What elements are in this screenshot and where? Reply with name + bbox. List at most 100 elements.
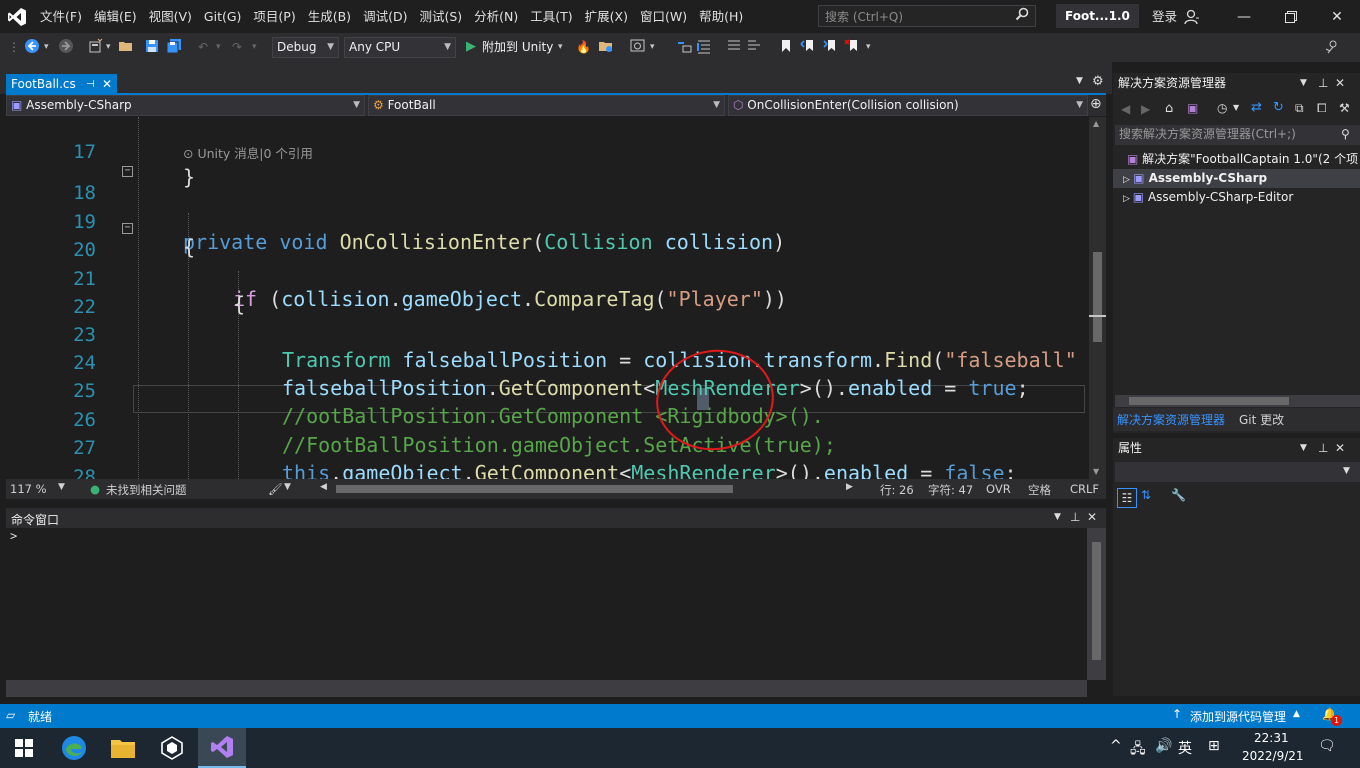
ime-mode-icon[interactable]: ⊞ bbox=[1208, 738, 1220, 754]
previous-bookmark-icon[interactable] bbox=[800, 38, 816, 56]
menu-edit[interactable]: 编辑(E) bbox=[88, 0, 143, 33]
tab-solution-explorer[interactable]: 解决方案资源管理器 bbox=[1117, 411, 1225, 428]
show-all-files-icon[interactable]: ⧠ bbox=[1317, 101, 1327, 116]
menu-build[interactable]: 生成(B) bbox=[302, 0, 357, 33]
collapse-all-icon[interactable]: ⧉ bbox=[1295, 101, 1304, 116]
line-indicator[interactable]: 行: 26 bbox=[880, 482, 914, 498]
close-tab-icon[interactable]: ✕ bbox=[102, 74, 112, 95]
new-dropdown-icon[interactable]: ▾ bbox=[106, 38, 111, 56]
refresh-icon[interactable]: ↻ bbox=[1273, 100, 1284, 115]
project-node-assembly-csharp[interactable]: ▷ ▣ Assembly-CSharp bbox=[1113, 169, 1360, 188]
menu-view[interactable]: 视图(V) bbox=[143, 0, 198, 33]
clock-date[interactable]: 2022/9/21 bbox=[1242, 749, 1304, 763]
expand-arrow-icon[interactable]: ▷ bbox=[1123, 175, 1133, 185]
scrollbar-thumb[interactable] bbox=[1129, 397, 1289, 405]
menu-analyze[interactable]: 分析(N) bbox=[468, 0, 524, 33]
open-folder-icon[interactable] bbox=[118, 38, 134, 56]
forward-icon[interactable]: ▶ bbox=[1141, 102, 1150, 116]
start-button[interactable] bbox=[0, 728, 48, 768]
menu-test[interactable]: 测试(S) bbox=[413, 0, 468, 33]
window-position-dropdown-icon[interactable]: ▼ bbox=[1300, 438, 1307, 459]
save-icon[interactable] bbox=[144, 38, 160, 56]
browser-dropdown-icon[interactable]: ▾ bbox=[650, 38, 655, 56]
command-window-vertical-scrollbar[interactable] bbox=[1087, 528, 1106, 680]
scrollbar-thumb[interactable] bbox=[1093, 252, 1102, 342]
back-icon[interactable]: ◀ bbox=[1121, 102, 1130, 116]
code-cleanup-icon[interactable]: 🖌 bbox=[268, 482, 283, 496]
menu-extensions[interactable]: 扩展(X) bbox=[579, 0, 634, 33]
add-to-source-control-button[interactable]: 添加到源代码管理 bbox=[1190, 708, 1286, 725]
next-bookmark-icon[interactable] bbox=[822, 38, 838, 56]
horizontal-scrollbar-thumb[interactable] bbox=[336, 485, 733, 493]
menu-window[interactable]: 窗口(W) bbox=[634, 0, 693, 33]
platform-select[interactable]: Any CPU ▼ bbox=[344, 37, 456, 58]
format-document-icon[interactable] bbox=[696, 38, 712, 56]
uncomment-lines-icon[interactable] bbox=[746, 38, 762, 56]
class-nav-select[interactable]: ⚙ FootBall ▼ bbox=[368, 95, 725, 116]
project-nav-select[interactable]: ▣ Assembly-CSharp ▼ bbox=[6, 95, 365, 116]
open-file-folder-icon[interactable] bbox=[598, 38, 614, 56]
tab-git-changes[interactable]: Git 更改 bbox=[1239, 411, 1284, 428]
ime-language-indicator[interactable]: 英 bbox=[1178, 738, 1192, 758]
sync-icon[interactable]: ⇄ bbox=[1251, 100, 1262, 115]
code-editor[interactable]: 17 } ⊙ Unity 消息|0 个引用 18 − private void … bbox=[6, 117, 1089, 479]
scroll-left-icon[interactable]: ◀ bbox=[320, 482, 327, 492]
pin-icon[interactable]: ⊥ bbox=[1070, 510, 1080, 524]
configuration-select[interactable]: Debug ▼ bbox=[272, 37, 339, 58]
scrollbar-thumb[interactable] bbox=[1092, 542, 1101, 660]
close-panel-icon[interactable]: ✕ bbox=[1335, 73, 1345, 94]
back-icon[interactable] bbox=[24, 38, 40, 56]
overwrite-mode-indicator[interactable]: OVR bbox=[986, 482, 1011, 496]
project-node-assembly-csharp-editor[interactable]: ▷ ▣ Assembly-CSharp-Editor bbox=[1113, 188, 1360, 207]
visual-studio-taskbar-icon[interactable] bbox=[198, 728, 246, 768]
zoom-level-select[interactable]: 117 % bbox=[10, 482, 47, 496]
cleanup-dropdown-icon[interactable]: ▼ bbox=[284, 482, 291, 492]
solution-node[interactable]: ▣ 解决方案"FootballCaptain 1.0"(2 个项目 bbox=[1113, 150, 1360, 169]
clock-time[interactable]: 22:31 bbox=[1254, 731, 1289, 745]
edge-browser-icon[interactable] bbox=[50, 728, 98, 768]
menu-git[interactable]: Git(G) bbox=[198, 0, 248, 33]
issues-status[interactable]: 未找到相关问题 bbox=[106, 482, 187, 498]
editor-vertical-scrollbar[interactable]: ▲ ▼ bbox=[1089, 117, 1106, 479]
file-explorer-icon[interactable] bbox=[99, 728, 147, 768]
codelens-references[interactable]: ⊙ Unity 消息|0 个引用 bbox=[183, 143, 313, 162]
expand-arrow-icon[interactable]: ▷ bbox=[1123, 194, 1133, 204]
chevron-up-icon[interactable]: ▲ bbox=[1293, 709, 1300, 719]
close-panel-icon[interactable]: ✕ bbox=[1087, 510, 1097, 524]
menu-project[interactable]: 项目(P) bbox=[247, 0, 301, 33]
filter-dropdown-icon[interactable]: ▼ bbox=[1233, 103, 1239, 112]
member-nav-select[interactable]: ⬡ OnCollisionEnter(Collision collision) … bbox=[728, 95, 1088, 116]
undo-icon[interactable]: ↶ bbox=[198, 38, 208, 56]
solution-explorer-horizontal-scrollbar[interactable] bbox=[1115, 395, 1360, 407]
tab-football-cs[interactable]: FootBall.cs ⊣ ✕ bbox=[6, 74, 117, 95]
comment-lines-icon[interactable] bbox=[726, 38, 742, 56]
menu-debug[interactable]: 调试(D) bbox=[357, 0, 413, 33]
step-over-icon[interactable] bbox=[676, 38, 692, 56]
redo-dropdown-icon[interactable]: ▾ bbox=[252, 38, 257, 56]
login-link[interactable]: 登录 bbox=[1152, 0, 1177, 33]
attach-dropdown-icon[interactable]: ▾ bbox=[558, 38, 563, 56]
account-icon[interactable] bbox=[1184, 9, 1200, 25]
redo-icon[interactable]: ↷ bbox=[232, 38, 242, 56]
search-input[interactable]: 搜索 (Ctrl+Q) bbox=[818, 5, 1036, 27]
action-center-icon[interactable]: 🗨 bbox=[1318, 738, 1336, 754]
close-window-button[interactable]: ✕ bbox=[1314, 0, 1360, 33]
bookmark-icon[interactable] bbox=[778, 38, 794, 56]
collapse-toggle-icon[interactable]: − bbox=[122, 166, 133, 177]
pin-icon[interactable]: ⊥ bbox=[1318, 73, 1328, 94]
live-share-icon[interactable] bbox=[1324, 38, 1340, 56]
object-select[interactable]: ▼ bbox=[1115, 462, 1360, 482]
collapse-toggle-icon[interactable]: − bbox=[122, 223, 133, 234]
clear-bookmarks-icon[interactable] bbox=[844, 38, 860, 56]
categorized-view-icon[interactable]: ☷ bbox=[1117, 488, 1137, 508]
unity-hub-icon[interactable] bbox=[148, 728, 196, 768]
pin-icon[interactable]: ⊥ bbox=[1318, 438, 1328, 459]
attach-to-unity-button[interactable]: 附加到 Unity bbox=[482, 38, 553, 56]
start-play-icon[interactable]: ▶ bbox=[466, 38, 476, 56]
zoom-dropdown-icon[interactable]: ▼ bbox=[58, 482, 65, 492]
restore-button[interactable] bbox=[1268, 0, 1314, 33]
volume-icon[interactable]: 🔊 bbox=[1155, 738, 1172, 754]
command-window-input[interactable]: > bbox=[6, 528, 1087, 680]
network-icon[interactable]: 🖧 bbox=[1130, 738, 1146, 762]
menu-help[interactable]: 帮助(H) bbox=[693, 0, 749, 33]
